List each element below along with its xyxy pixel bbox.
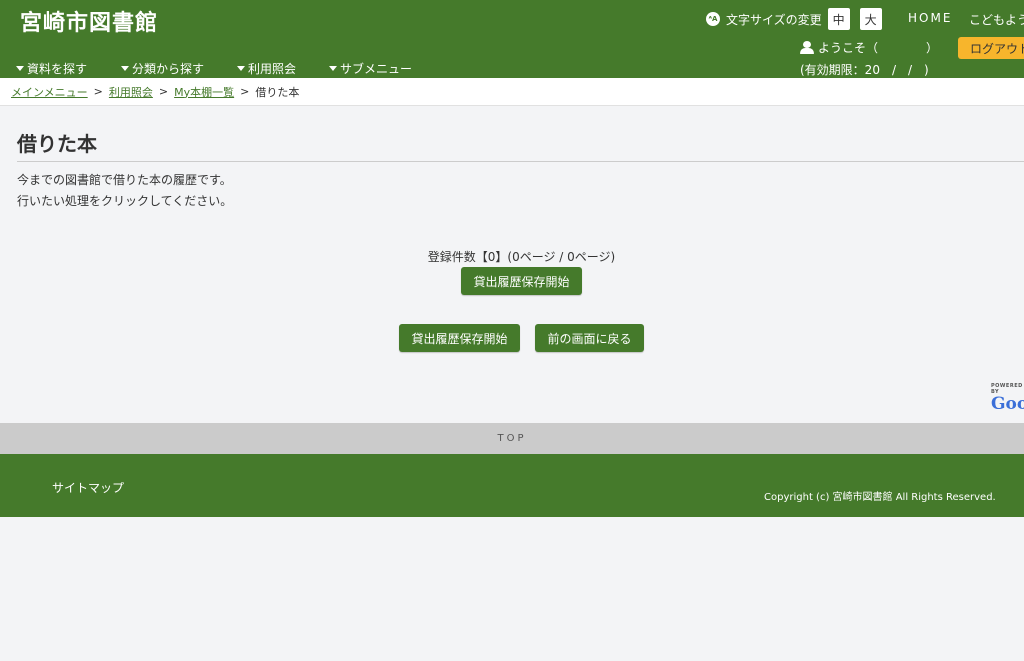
site-title[interactable]: 宮崎市図書館: [20, 5, 158, 37]
description-line-1: 今までの図書館で借りた本の履歴です。: [17, 173, 232, 187]
caret-down-icon: [329, 65, 338, 71]
start-history-save-button[interactable]: 貸出履歴保存開始: [399, 324, 520, 352]
breadcrumb-separator: >: [93, 85, 103, 98]
welcome-text: ようこそ（ ）: [818, 41, 939, 55]
google-logo: Goog: [991, 394, 1024, 414]
sitemap-link[interactable]: サイトマップ: [52, 479, 124, 496]
description-line-2: 行いたい処理をクリックしてください。: [17, 194, 233, 208]
nav-search-category[interactable]: 分類から探す: [121, 58, 204, 78]
start-history-save-button-top[interactable]: 貸出履歴保存開始: [461, 267, 582, 295]
nav-label: 分類から探す: [132, 61, 205, 76]
nav-label: サブメニュー: [340, 61, 413, 76]
breadcrumb-separator: >: [158, 85, 169, 98]
breadcrumb-current: 借りた本: [255, 85, 300, 99]
logout-button[interactable]: ログアウト: [958, 37, 1024, 59]
nav-search-materials[interactable]: 資料を探す: [16, 58, 87, 78]
back-to-top-link[interactable]: TOP: [0, 423, 1024, 454]
breadcrumb-my-bookshelf[interactable]: My本棚一覧: [174, 84, 234, 100]
title-divider: [17, 161, 1024, 162]
breadcrumb-usage-inquiry[interactable]: 利用照会: [109, 84, 153, 100]
font-size-label: 文字サイズの変更: [726, 12, 822, 27]
nav-usage-inquiry[interactable]: 利用照会: [237, 58, 296, 78]
nav-label: 資料を探す: [27, 61, 88, 76]
google-powered-logo: POWERED BY Goog: [991, 383, 1024, 413]
footer: サイトマップ Copyright (c) 宮崎市図書館 All Rights R…: [0, 454, 1024, 517]
caret-down-icon: [237, 65, 246, 71]
copyright: Copyright (c) 宮崎市図書館 All Rights Reserved…: [764, 492, 996, 503]
welcome-message: ようこそ（ ）: [800, 39, 938, 56]
breadcrumb-main-menu[interactable]: メインメニュー: [11, 84, 88, 100]
breadcrumb-separator: >: [240, 85, 250, 98]
font-size-large-button[interactable]: 大: [859, 8, 882, 30]
breadcrumb: メインメニュー > 利用照会 > My本棚一覧 > 借りた本: [0, 78, 1024, 106]
record-count: 登録件数【0】(0ページ / 0ページ): [427, 250, 616, 264]
caret-down-icon: [16, 65, 24, 71]
font-size-medium-button[interactable]: 中: [827, 8, 850, 30]
back-button[interactable]: 前の画面に戻る: [535, 324, 644, 352]
header: 宮崎市図書館 ᴬA 文字サイズの変更 中 大 HOME こどもよう ようこそ（ …: [0, 0, 1024, 78]
caret-down-icon: [121, 65, 130, 71]
font-size-icon: ᴬA: [706, 12, 720, 26]
home-link[interactable]: HOME: [908, 11, 952, 25]
page-title: 借りた本: [17, 132, 97, 156]
main-nav: 資料を探す 分類から探す 利用照会 サブメニュー: [0, 58, 412, 78]
font-size-control: ᴬA 文字サイズの変更 中 大: [706, 8, 892, 30]
nav-label: 利用照会: [248, 61, 297, 76]
kids-link[interactable]: こどもよう: [969, 11, 1024, 28]
expiry-date: (有効期限：20 / / ): [800, 63, 929, 77]
user-icon: [800, 40, 814, 55]
nav-submenu[interactable]: サブメニュー: [329, 58, 412, 78]
